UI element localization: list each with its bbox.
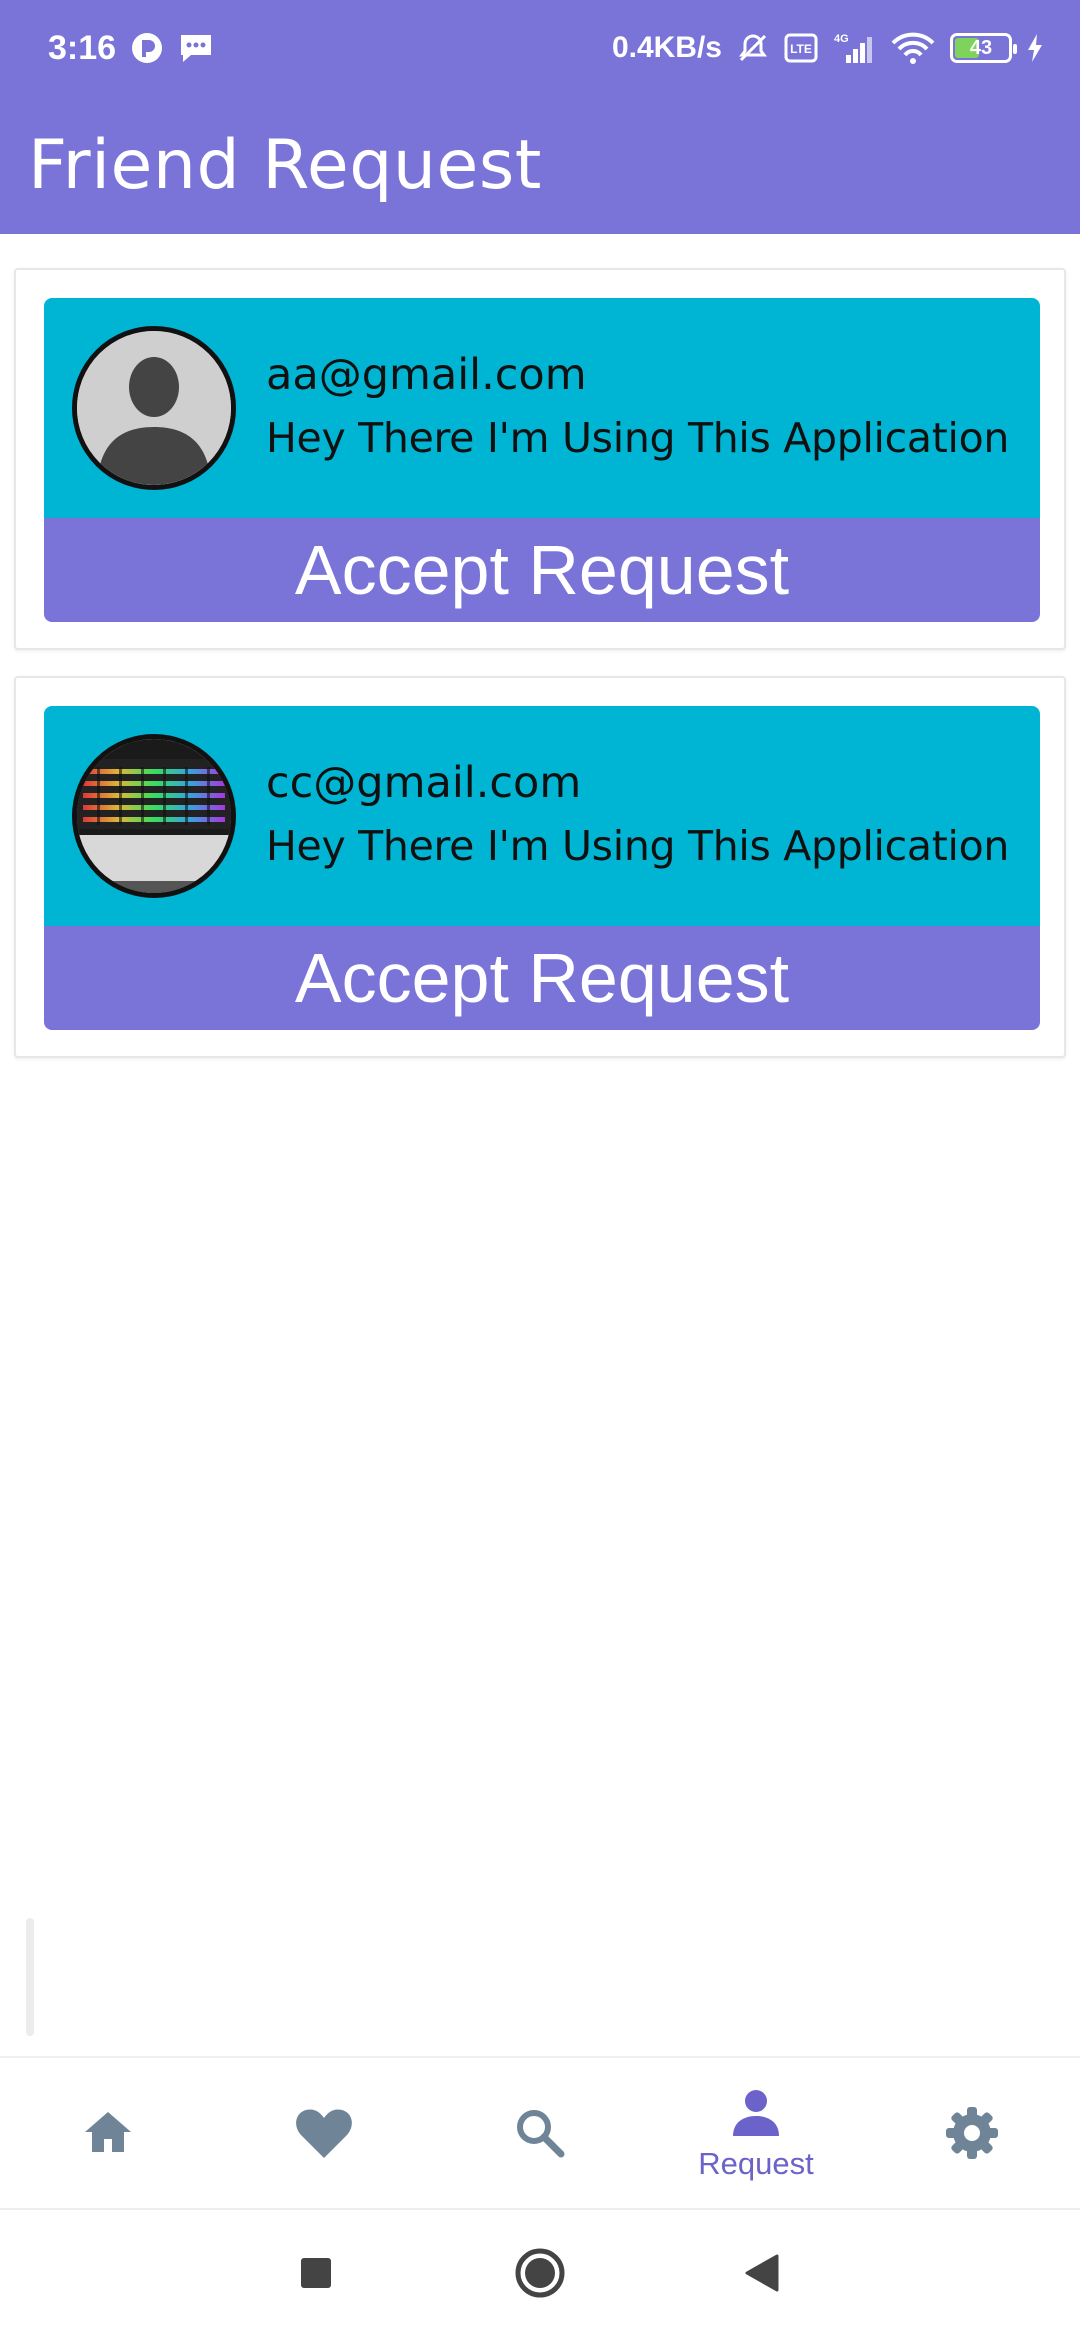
request-email: aa@gmail.com	[266, 350, 587, 400]
nav-item-search[interactable]	[432, 2058, 648, 2212]
message-icon	[178, 31, 214, 65]
request-status: Hey There I'm Using This Application	[266, 822, 1010, 870]
circle-icon	[514, 2247, 566, 2303]
nav-item-home[interactable]	[0, 2058, 216, 2212]
recents-button[interactable]	[256, 2210, 376, 2340]
system-navigation-bar	[0, 2210, 1080, 2340]
app-bar: Friend Request	[0, 96, 1080, 234]
battery-level: 43	[969, 36, 993, 59]
home-button[interactable]	[480, 2210, 600, 2340]
request-info[interactable]: cc@gmail.com Hey There I'm Using This Ap…	[44, 706, 1040, 926]
request-card-body: aa@gmail.com Hey There I'm Using This Ap…	[44, 298, 1040, 622]
status-left: 3:16	[48, 26, 214, 70]
mute-icon	[736, 31, 770, 65]
heart-icon	[293, 2104, 355, 2166]
request-info[interactable]: aa@gmail.com Hey There I'm Using This Ap…	[44, 298, 1040, 518]
request-card-body: cc@gmail.com Hey There I'm Using This Ap…	[44, 706, 1040, 1030]
request-status: Hey There I'm Using This Application	[266, 414, 1010, 462]
back-triangle-icon	[743, 2253, 781, 2297]
app-notification-icon	[130, 31, 164, 65]
request-card: cc@gmail.com Hey There I'm Using This Ap…	[14, 676, 1066, 1058]
nav-item-request[interactable]: Request	[648, 2058, 864, 2212]
charging-icon	[1026, 33, 1044, 63]
home-icon	[79, 2104, 137, 2166]
nav-label-request: Request	[698, 2146, 814, 2181]
nav-item-settings[interactable]	[864, 2058, 1080, 2212]
person-icon	[730, 2088, 782, 2142]
battery-indicator: 43	[950, 33, 1017, 63]
volte-icon: LTE	[784, 33, 818, 63]
default-person-icon[interactable]	[72, 326, 236, 490]
status-right: 0.4KB/s LTE 4G 43	[612, 26, 1044, 70]
accept-request-button[interactable]: Accept Request	[44, 518, 1040, 622]
svg-text:4G: 4G	[834, 33, 849, 45]
page-title: Friend Request	[28, 126, 542, 205]
request-email: cc@gmail.com	[266, 758, 582, 808]
nav-item-favorites[interactable]	[216, 2058, 432, 2212]
svg-text:LTE: LTE	[790, 42, 812, 56]
search-icon	[511, 2104, 569, 2166]
scrollbar[interactable]	[26, 1918, 34, 2036]
cellular-signal-icon: 4G	[832, 31, 876, 65]
network-speed: 0.4KB/s	[611, 31, 722, 64]
keyboard-photo-avatar[interactable]	[72, 734, 236, 898]
wifi-icon	[890, 31, 936, 65]
status-bar: 3:16 0.4KB/s LTE 4G 43	[0, 0, 1080, 96]
back-button[interactable]	[702, 2210, 822, 2340]
accept-request-button[interactable]: Accept Request	[44, 926, 1040, 1030]
gear-icon	[943, 2104, 1001, 2166]
bottom-navigation: Request	[0, 2056, 1080, 2210]
square-icon	[299, 2256, 333, 2294]
status-time: 3:16	[48, 28, 117, 67]
request-card: aa@gmail.com Hey There I'm Using This Ap…	[14, 268, 1066, 650]
